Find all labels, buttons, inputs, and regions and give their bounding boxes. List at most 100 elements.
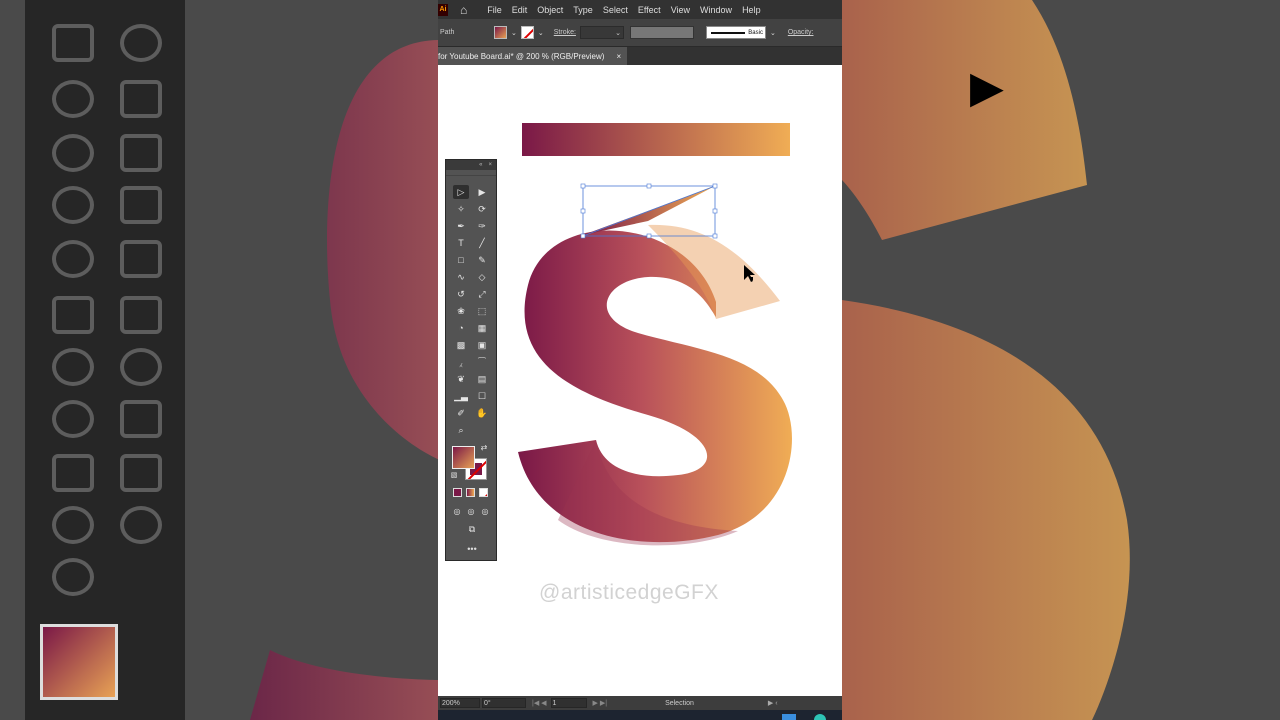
taskbar-app-icon[interactable] xyxy=(782,714,796,720)
gradient-tool-icon[interactable]: ▣ xyxy=(474,338,490,352)
document-tab[interactable]: for Youtube Board.ai* @ 200 % (RGB/Previ… xyxy=(438,47,628,65)
first-artboard-icon[interactable]: |◀ ◀ xyxy=(532,699,547,707)
status-arrow-icon[interactable]: ▶ ‹ xyxy=(768,699,778,707)
collapse-icon[interactable]: « xyxy=(479,162,482,168)
paintbrush-icon[interactable]: ✎ xyxy=(474,253,490,267)
free-transform-icon[interactable]: ⬚ xyxy=(474,304,490,318)
fill-color-swatch[interactable] xyxy=(452,446,475,469)
menu-window[interactable]: Window xyxy=(700,5,732,15)
background-symbol-icon xyxy=(52,400,94,438)
width-tool-icon[interactable]: ❀ xyxy=(453,304,469,318)
menu-object[interactable]: Object xyxy=(537,5,563,15)
perspective-grid-icon[interactable]: ▦ xyxy=(474,321,490,335)
screen-mode-icon[interactable]: ⧉ xyxy=(463,522,481,536)
taskbar xyxy=(438,710,842,720)
rectangle-tool-icon[interactable]: □ xyxy=(453,253,469,267)
default-colors-icon[interactable]: ▧ xyxy=(449,470,459,480)
stroke-label[interactable]: Stroke: xyxy=(554,29,576,36)
magic-wand-icon[interactable]: ✧ xyxy=(453,202,469,216)
background-letter-right xyxy=(842,0,1130,720)
status-mode[interactable]: Selection xyxy=(665,700,694,707)
draw-inside-icon[interactable]: ◎ xyxy=(479,504,491,518)
panel-grip[interactable] xyxy=(446,170,496,176)
artboard-tool-icon[interactable]: ☐ xyxy=(474,389,490,403)
stroke-swatch[interactable] xyxy=(520,26,534,39)
shaper-tool-icon[interactable]: ∿ xyxy=(453,270,469,284)
draw-behind-icon[interactable]: ◎ xyxy=(465,504,477,518)
curvature-tool-icon[interactable]: ✑ xyxy=(474,219,490,233)
background-graph-icon xyxy=(120,400,162,438)
background-cursor-icon: ▶ xyxy=(970,63,1004,112)
background-eraser-icon xyxy=(120,80,162,118)
selection-tool-icon[interactable]: ▷ xyxy=(453,185,469,199)
column-graph-icon[interactable]: ▁▃ xyxy=(453,389,469,403)
mesh-tool-icon[interactable]: ▩ xyxy=(453,338,469,352)
background-gradient-icon xyxy=(120,296,162,334)
lasso-icon[interactable]: ⟳ xyxy=(474,202,490,216)
background-perspective-icon xyxy=(120,240,162,278)
zoom-field[interactable]: 200% xyxy=(440,698,480,708)
menu-view[interactable]: View xyxy=(671,5,690,15)
zoom-value: 200% xyxy=(442,699,460,707)
artboard-field[interactable]: 1 xyxy=(550,698,587,708)
background-column-graph-icon xyxy=(52,454,94,492)
eraser-icon[interactable]: ◇ xyxy=(474,270,490,284)
pen-tool-icon[interactable]: ✒ xyxy=(453,219,469,233)
home-icon[interactable]: ⌂ xyxy=(460,3,467,17)
brush-definition[interactable]: Basic xyxy=(705,26,766,39)
menu-select[interactable]: Select xyxy=(603,5,628,15)
background-eyedropper-icon xyxy=(52,348,94,386)
illustrator-window: Ai ⌂ File Edit Object Type Select Effect… xyxy=(438,0,842,720)
symbol-sprayer-icon[interactable]: ❦ xyxy=(453,372,469,386)
tools-panel-header[interactable]: « × xyxy=(446,160,496,170)
fill-swatch[interactable] xyxy=(494,26,507,39)
fill-dropdown-icon[interactable]: ⌄ xyxy=(511,29,517,37)
rotation-value: 0° xyxy=(484,699,491,707)
eyedropper-icon[interactable]: ⁁ xyxy=(453,355,469,369)
line-tool-icon[interactable]: ╱ xyxy=(474,236,490,250)
type-tool-icon[interactable]: T xyxy=(453,236,469,250)
shape-builder-icon[interactable]: ◔ xyxy=(453,321,469,335)
slice-tool-icon[interactable]: ✐ xyxy=(453,406,469,420)
menu-type[interactable]: Type xyxy=(573,5,593,15)
watermark: @artisticedgeGFX xyxy=(539,581,719,604)
none-mode-icon[interactable] xyxy=(479,488,488,497)
background-rotate-icon xyxy=(52,134,94,172)
direct-selection-tool-icon[interactable]: ▶ xyxy=(474,185,490,199)
background-free-transform-icon xyxy=(120,186,162,224)
stroke-dropdown-icon[interactable]: ⌄ xyxy=(538,29,544,37)
menu-help[interactable]: Help xyxy=(742,5,761,15)
taskbar-app-icon-2[interactable] xyxy=(814,714,826,720)
none-slash xyxy=(484,493,487,496)
stroke-weight-field[interactable]: ⌄ xyxy=(579,26,624,39)
scale-tool-icon[interactable]: ⤢ xyxy=(474,287,490,301)
draw-normal-icon[interactable]: ◎ xyxy=(451,504,463,518)
background-blur-right: ▶ xyxy=(842,0,1280,720)
last-artboard-icon[interactable]: ▶ ▶| xyxy=(593,699,608,707)
close-icon[interactable]: × xyxy=(488,162,492,168)
gradient-bar[interactable] xyxy=(522,123,790,156)
menu-effect[interactable]: Effect xyxy=(638,5,661,15)
blend-tool-icon[interactable]: ⁀ xyxy=(474,355,490,369)
variable-width-profile[interactable] xyxy=(629,26,694,39)
menu-file[interactable]: File xyxy=(487,5,502,15)
zoom-tool-icon[interactable]: ⌕ xyxy=(453,423,469,437)
opacity-label[interactable]: Opacity: xyxy=(788,29,814,36)
tools-panel: « × ▷ ▶ ✧ ⟳ ✒ ✑ T ╱ □ ✎ ∿ ◇ ↺ ⤢ ❀ ⬚ ◔ ▦ … xyxy=(445,159,497,561)
swap-colors-icon[interactable]: ⇄ xyxy=(478,442,490,452)
rotation-field[interactable]: 0° xyxy=(482,698,526,708)
brush-dropdown-icon[interactable]: ⌄ xyxy=(770,29,776,37)
hand-tool-icon[interactable]: ✋ xyxy=(474,406,490,420)
rotate-tool-icon[interactable]: ↺ xyxy=(453,287,469,301)
symbol-tools-icon[interactable]: ▤ xyxy=(474,372,490,386)
menu-edit[interactable]: Edit xyxy=(512,5,528,15)
document-tabs: for Youtube Board.ai* @ 200 % (RGB/Previ… xyxy=(438,47,842,65)
edit-toolbar-icon[interactable]: ••• xyxy=(446,544,498,554)
app-logo: Ai xyxy=(438,3,448,16)
background-zoom-icon xyxy=(52,558,94,596)
background-shape-builder-icon xyxy=(52,240,94,278)
background-fill-swatch xyxy=(40,624,118,700)
color-mode-icon[interactable] xyxy=(453,488,462,497)
close-icon[interactable]: × xyxy=(616,52,621,61)
gradient-mode-icon[interactable] xyxy=(466,488,475,497)
